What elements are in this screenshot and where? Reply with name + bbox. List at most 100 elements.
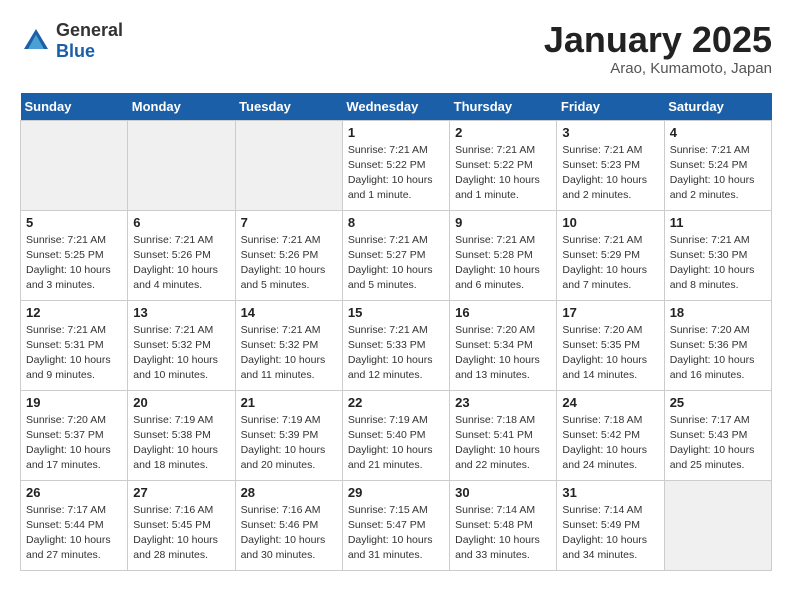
calendar-cell: 27 Sunrise: 7:16 AM Sunset: 5:45 PM Dayli… [128, 480, 235, 570]
day-info: Sunrise: 7:21 AM Sunset: 5:29 PM Dayligh… [562, 233, 658, 294]
day-info: Sunrise: 7:21 AM Sunset: 5:30 PM Dayligh… [670, 233, 766, 294]
calendar-cell: 26 Sunrise: 7:17 AM Sunset: 5:44 PM Dayli… [21, 480, 128, 570]
weekday-header-saturday: Saturday [664, 93, 771, 121]
day-info: Sunrise: 7:18 AM Sunset: 5:42 PM Dayligh… [562, 413, 658, 474]
day-number: 2 [455, 125, 551, 140]
calendar-cell: 7 Sunrise: 7:21 AM Sunset: 5:26 PM Daylig… [235, 210, 342, 300]
calendar-cell: 11 Sunrise: 7:21 AM Sunset: 5:30 PM Dayli… [664, 210, 771, 300]
day-number: 21 [241, 395, 337, 410]
day-number: 19 [26, 395, 122, 410]
calendar-table: SundayMondayTuesdayWednesdayThursdayFrid… [20, 93, 772, 571]
weekday-header-wednesday: Wednesday [342, 93, 449, 121]
day-info: Sunrise: 7:21 AM Sunset: 5:23 PM Dayligh… [562, 143, 658, 204]
month-title: January 2025 [544, 20, 772, 60]
day-info: Sunrise: 7:21 AM Sunset: 5:27 PM Dayligh… [348, 233, 444, 294]
day-info: Sunrise: 7:21 AM Sunset: 5:26 PM Dayligh… [133, 233, 229, 294]
day-info: Sunrise: 7:21 AM Sunset: 5:28 PM Dayligh… [455, 233, 551, 294]
day-info: Sunrise: 7:19 AM Sunset: 5:39 PM Dayligh… [241, 413, 337, 474]
day-number: 31 [562, 485, 658, 500]
day-info: Sunrise: 7:21 AM Sunset: 5:32 PM Dayligh… [241, 323, 337, 384]
calendar-cell: 14 Sunrise: 7:21 AM Sunset: 5:32 PM Dayli… [235, 300, 342, 390]
weekday-header-thursday: Thursday [450, 93, 557, 121]
day-number: 28 [241, 485, 337, 500]
calendar-week-1: 1Sunrise: 7:21 AM Sunset: 5:22 PM Daylig… [21, 120, 772, 210]
title-block: January 2025 Arao, Kumamoto, Japan [544, 20, 772, 77]
calendar-cell [21, 120, 128, 210]
calendar-cell: 12Sunrise: 7:21 AM Sunset: 5:31 PM Dayli… [21, 300, 128, 390]
calendar-cell: 17Sunrise: 7:20 AM Sunset: 5:35 PM Dayli… [557, 300, 664, 390]
logo-text-blue: Blue [56, 41, 95, 61]
day-info: Sunrise: 7:18 AM Sunset: 5:41 PM Dayligh… [455, 413, 551, 474]
calendar-cell: 2 Sunrise: 7:21 AM Sunset: 5:22 PM Daylig… [450, 120, 557, 210]
day-number: 12 [26, 305, 122, 320]
weekday-header-monday: Monday [128, 93, 235, 121]
day-number: 18 [670, 305, 766, 320]
weekday-header-sunday: Sunday [21, 93, 128, 121]
calendar-cell: 3Sunrise: 7:21 AM Sunset: 5:23 PM Daylig… [557, 120, 664, 210]
day-number: 26 [26, 485, 122, 500]
day-info: Sunrise: 7:14 AM Sunset: 5:49 PM Dayligh… [562, 503, 658, 564]
calendar-cell [664, 480, 771, 570]
day-number: 17 [562, 305, 658, 320]
page-header: General Blue January 2025 Arao, Kumamoto… [20, 20, 772, 77]
day-info: Sunrise: 7:20 AM Sunset: 5:36 PM Dayligh… [670, 323, 766, 384]
calendar-cell: 21 Sunrise: 7:19 AM Sunset: 5:39 PM Dayli… [235, 390, 342, 480]
day-number: 10 [562, 215, 658, 230]
calendar-week-5: 26 Sunrise: 7:17 AM Sunset: 5:44 PM Dayli… [21, 480, 772, 570]
day-info: Sunrise: 7:20 AM Sunset: 5:34 PM Dayligh… [455, 323, 551, 384]
calendar-cell: 16 Sunrise: 7:20 AM Sunset: 5:34 PM Dayli… [450, 300, 557, 390]
calendar-cell: 31 Sunrise: 7:14 AM Sunset: 5:49 PM Dayli… [557, 480, 664, 570]
day-info: Sunrise: 7:21 AM Sunset: 5:32 PM Dayligh… [133, 323, 229, 384]
day-number: 7 [241, 215, 337, 230]
calendar-week-2: 5Sunrise: 7:21 AM Sunset: 5:25 PM Daylig… [21, 210, 772, 300]
day-number: 25 [670, 395, 766, 410]
location: Arao, Kumamoto, Japan [544, 60, 772, 77]
day-info: Sunrise: 7:21 AM Sunset: 5:26 PM Dayligh… [241, 233, 337, 294]
day-number: 14 [241, 305, 337, 320]
day-info: Sunrise: 7:21 AM Sunset: 5:22 PM Dayligh… [455, 143, 551, 204]
calendar-cell: 8Sunrise: 7:21 AM Sunset: 5:27 PM Daylig… [342, 210, 449, 300]
calendar-cell: 25Sunrise: 7:17 AM Sunset: 5:43 PM Dayli… [664, 390, 771, 480]
day-info: Sunrise: 7:17 AM Sunset: 5:44 PM Dayligh… [26, 503, 122, 564]
calendar-cell: 15 Sunrise: 7:21 AM Sunset: 5:33 PM Dayli… [342, 300, 449, 390]
calendar-cell [235, 120, 342, 210]
day-info: Sunrise: 7:19 AM Sunset: 5:38 PM Dayligh… [133, 413, 229, 474]
day-number: 20 [133, 395, 229, 410]
calendar-cell: 9 Sunrise: 7:21 AM Sunset: 5:28 PM Daylig… [450, 210, 557, 300]
logo-icon [20, 25, 52, 57]
day-number: 22 [348, 395, 444, 410]
weekday-header-tuesday: Tuesday [235, 93, 342, 121]
day-number: 30 [455, 485, 551, 500]
calendar-cell: 10 Sunrise: 7:21 AM Sunset: 5:29 PM Dayli… [557, 210, 664, 300]
day-number: 24 [562, 395, 658, 410]
calendar-cell [128, 120, 235, 210]
day-number: 9 [455, 215, 551, 230]
logo: General Blue [20, 20, 123, 62]
calendar-cell: 4Sunrise: 7:21 AM Sunset: 5:24 PM Daylig… [664, 120, 771, 210]
logo-text-general: General [56, 20, 123, 40]
weekday-header-friday: Friday [557, 93, 664, 121]
day-number: 11 [670, 215, 766, 230]
day-info: Sunrise: 7:14 AM Sunset: 5:48 PM Dayligh… [455, 503, 551, 564]
calendar-cell: 1Sunrise: 7:21 AM Sunset: 5:22 PM Daylig… [342, 120, 449, 210]
calendar-cell: 30 Sunrise: 7:14 AM Sunset: 5:48 PM Dayli… [450, 480, 557, 570]
day-info: Sunrise: 7:16 AM Sunset: 5:45 PM Dayligh… [133, 503, 229, 564]
day-info: Sunrise: 7:21 AM Sunset: 5:24 PM Dayligh… [670, 143, 766, 204]
calendar-cell: 13Sunrise: 7:21 AM Sunset: 5:32 PM Dayli… [128, 300, 235, 390]
calendar-cell: 19 Sunrise: 7:20 AM Sunset: 5:37 PM Dayli… [21, 390, 128, 480]
day-number: 6 [133, 215, 229, 230]
day-number: 15 [348, 305, 444, 320]
day-info: Sunrise: 7:21 AM Sunset: 5:25 PM Dayligh… [26, 233, 122, 294]
day-info: Sunrise: 7:21 AM Sunset: 5:33 PM Dayligh… [348, 323, 444, 384]
day-number: 29 [348, 485, 444, 500]
calendar-cell: 6 Sunrise: 7:21 AM Sunset: 5:26 PM Daylig… [128, 210, 235, 300]
day-number: 16 [455, 305, 551, 320]
calendar-week-4: 19 Sunrise: 7:20 AM Sunset: 5:37 PM Dayli… [21, 390, 772, 480]
day-info: Sunrise: 7:16 AM Sunset: 5:46 PM Dayligh… [241, 503, 337, 564]
calendar-cell: 5Sunrise: 7:21 AM Sunset: 5:25 PM Daylig… [21, 210, 128, 300]
day-number: 23 [455, 395, 551, 410]
calendar-cell: 24 Sunrise: 7:18 AM Sunset: 5:42 PM Dayli… [557, 390, 664, 480]
day-number: 27 [133, 485, 229, 500]
calendar-cell: 22Sunrise: 7:19 AM Sunset: 5:40 PM Dayli… [342, 390, 449, 480]
day-info: Sunrise: 7:20 AM Sunset: 5:37 PM Dayligh… [26, 413, 122, 474]
